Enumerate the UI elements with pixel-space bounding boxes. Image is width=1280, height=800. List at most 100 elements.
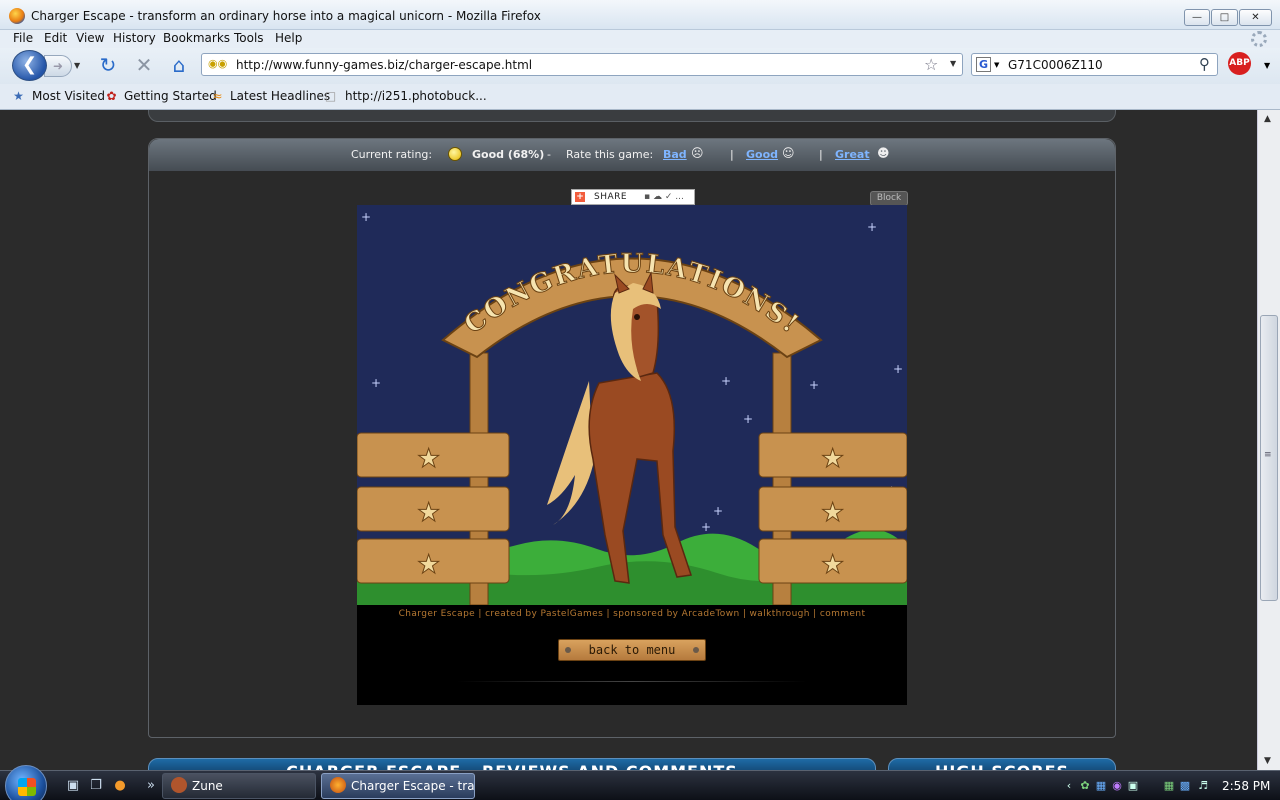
reviews-comments-tab[interactable]: CHARGER ESCAPE - REVIEWS AND COMMENTS — [148, 758, 876, 770]
good-smiley-icon — [448, 147, 462, 161]
url-text[interactable]: http://www.funny-games.biz/charger-escap… — [236, 58, 532, 72]
high-scores-tab[interactable]: HIGH SCORES — [888, 758, 1116, 770]
tray-app-icon-4[interactable]: ▣ — [1126, 779, 1140, 793]
menu-view[interactable]: View — [76, 31, 104, 45]
horse-eye — [634, 314, 640, 320]
menu-bar: File Edit View History Bookmarks Tools H… — [0, 30, 1280, 48]
bookmark-most-visited[interactable]: Most Visited — [32, 89, 105, 103]
menu-file[interactable]: File — [13, 31, 33, 45]
adblock-plus-icon[interactable]: ABP — [1228, 52, 1251, 75]
rating-divider: | — [730, 148, 734, 161]
bookmark-photobucket[interactable]: http://i251.photobuck... — [345, 89, 487, 103]
engine-dropdown-icon[interactable]: ▼ — [994, 61, 999, 69]
thumbs-down-icon[interactable]: ☹ — [691, 146, 704, 160]
switch-windows-icon[interactable]: ❐ — [88, 778, 104, 794]
scroll-down-icon[interactable]: ▼ — [1264, 756, 1271, 766]
thumbs-up-icon[interactable]: ☺ — [782, 146, 795, 160]
tray-app-icon-1[interactable]: ✿ — [1078, 779, 1092, 793]
taskbar-zune[interactable]: Zune — [162, 773, 316, 799]
search-icon[interactable]: ⚲ — [1199, 55, 1210, 73]
nail-right-icon — [693, 647, 699, 653]
bookmark-latest-headlines[interactable]: Latest Headlines — [230, 89, 330, 103]
page-content: Current rating: Good (68%) - Rate this g… — [0, 110, 1257, 770]
home-icon[interactable]: ⌂ — [168, 54, 190, 76]
menu-help[interactable]: Help — [275, 31, 302, 45]
bookmarks-toolbar: ★ Most Visited ✿ Getting Started ≈ Lates… — [0, 84, 1280, 110]
svg-text:★: ★ — [821, 444, 844, 474]
svg-text:+: + — [361, 210, 371, 224]
google-engine-icon[interactable]: G — [976, 57, 991, 72]
reload-icon[interactable]: ↻ — [97, 54, 119, 76]
navigation-toolbar: ➜ ❮ ▼ ↻ ✕ ⌂ ◉◉ http://www.funny-games.bi… — [0, 48, 1280, 84]
back-to-menu-button[interactable]: back to menu — [558, 639, 706, 661]
right-star-signs: ★ ★ ★ — [758, 432, 907, 584]
svg-text:★: ★ — [821, 498, 844, 528]
rate-bad-link[interactable]: Bad — [663, 148, 687, 161]
share-services-icon: ▪ ☁ ✓ ... — [644, 192, 684, 202]
taskbar-clock[interactable]: 2:58 PM — [1222, 779, 1270, 793]
game-panel: Current rating: Good (68%) - Rate this g… — [148, 138, 1116, 738]
taskbar-firefox[interactable]: Charger Escape - tra... — [321, 773, 475, 799]
back-to-menu-label: back to menu — [588, 643, 676, 657]
address-bar[interactable]: ◉◉ http://www.funny-games.biz/charger-es… — [201, 53, 963, 76]
vertical-scrollbar[interactable]: ▲ ≡ ▼ — [1257, 110, 1280, 770]
game-footer: Charger Escape | created by PastelGames … — [357, 605, 907, 705]
bookmark-star-icon[interactable]: ☆ — [924, 55, 938, 74]
window-title: Charger Escape - transform an ordinary h… — [31, 9, 541, 23]
search-input[interactable]: G71C0006Z110 — [1008, 58, 1103, 72]
firefox-icon — [9, 8, 25, 24]
search-bar[interactable]: G ▼ G71C0006Z110 ⚲ — [971, 53, 1218, 76]
svg-text:+: + — [701, 520, 711, 534]
show-desktop-icon[interactable]: ▣ — [65, 778, 81, 794]
share-button[interactable]: + SHARE ▪ ☁ ✓ ... — [571, 189, 695, 205]
tray-app-icon-3[interactable]: ◉ — [1110, 779, 1124, 793]
menu-tools[interactable]: Tools — [234, 31, 264, 45]
svg-text:+: + — [893, 362, 903, 376]
scroll-up-icon[interactable]: ▲ — [1264, 114, 1271, 124]
start-button[interactable] — [5, 765, 47, 800]
left-star-signs: ★ ★ ★ — [357, 432, 510, 584]
minimize-button[interactable]: — — [1184, 9, 1210, 26]
network-icon[interactable]: ▩ — [1178, 779, 1192, 793]
menu-edit[interactable]: Edit — [44, 31, 67, 45]
loading-throbber-icon — [1251, 31, 1267, 47]
close-button[interactable]: ✕ — [1239, 9, 1272, 26]
svg-text:★: ★ — [417, 444, 440, 474]
windows-taskbar: ▣ ❐ ● » Zune Charger Escape - tra... ‹ ✿… — [0, 765, 1280, 800]
safely-remove-icon[interactable]: ▦ — [1162, 779, 1176, 793]
tray-expand-icon[interactable]: ‹ — [1062, 779, 1076, 793]
rating-separator: - — [547, 148, 551, 161]
double-thumbs-up-icon[interactable]: ☻ — [877, 146, 890, 160]
taskbar-firefox-label: Charger Escape - tra... — [351, 779, 475, 793]
volume-icon[interactable]: ♬ — [1196, 779, 1210, 793]
getting-started-icon: ✿ — [106, 89, 117, 103]
windows-logo-icon — [18, 778, 36, 796]
bookmark-getting-started[interactable]: Getting Started — [124, 89, 217, 103]
firefox-task-icon — [330, 777, 346, 793]
back-button[interactable]: ❮ — [12, 50, 47, 81]
share-label: SHARE — [594, 192, 628, 202]
block-button[interactable]: Block — [870, 191, 908, 206]
scroll-grip-icon: ≡ — [1264, 450, 1272, 460]
rate-this-game-label: Rate this game: — [566, 148, 654, 161]
congratulations-scene: ++ ++ ++ ++ ++ CONGRATULATIONS! — [357, 205, 907, 605]
rate-good-link[interactable]: Good — [746, 148, 778, 161]
svg-text:+: + — [721, 374, 731, 388]
game-canvas[interactable]: ++ ++ ++ ++ ++ CONGRATULATIONS! — [357, 205, 907, 605]
maximize-button[interactable]: □ — [1211, 9, 1238, 26]
stop-icon[interactable]: ✕ — [133, 54, 155, 76]
nail-left-icon — [565, 647, 571, 653]
svg-text:★: ★ — [417, 550, 440, 580]
tray-app-icon-2[interactable]: ▦ — [1094, 779, 1108, 793]
firefox-quicklaunch-icon[interactable]: ● — [112, 778, 128, 794]
game-credits[interactable]: Charger Escape | created by PastelGames … — [357, 609, 907, 619]
history-dropdown-icon[interactable]: ▼ — [74, 61, 80, 70]
rate-great-link[interactable]: Great — [835, 148, 870, 161]
url-dropdown-icon[interactable]: ▼ — [950, 59, 956, 68]
adblock-dropdown-icon[interactable]: ▼ — [1264, 61, 1270, 70]
forward-button[interactable]: ➜ — [44, 55, 72, 77]
menu-bookmarks[interactable]: Bookmarks — [163, 31, 230, 45]
window-titlebar: Charger Escape - transform an ordinary h… — [0, 0, 1280, 30]
quicklaunch-chevron-icon[interactable]: » — [143, 778, 159, 794]
menu-history[interactable]: History — [113, 31, 156, 45]
